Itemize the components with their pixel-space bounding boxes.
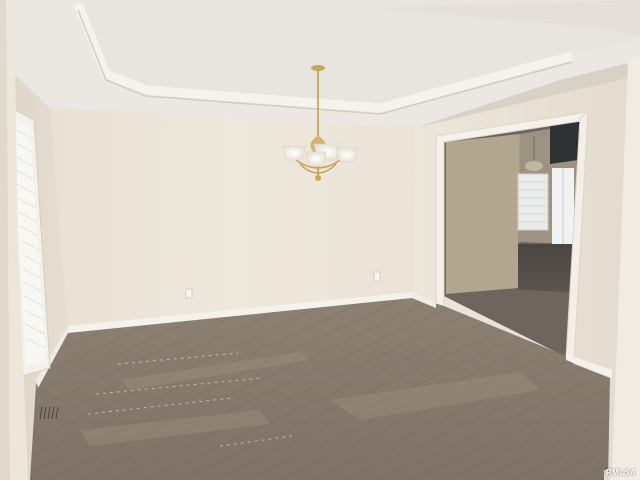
room-illustration	[0, 0, 640, 480]
adjacent-room-floor	[518, 244, 574, 292]
wall-outlet	[373, 271, 381, 282]
photo-watermark: RMLSA	[606, 468, 636, 477]
wall-outlet	[185, 288, 193, 299]
adjacent-room-window	[517, 173, 549, 231]
back-wall	[50, 108, 415, 330]
dining-room-photo: RMLSA	[0, 0, 640, 480]
